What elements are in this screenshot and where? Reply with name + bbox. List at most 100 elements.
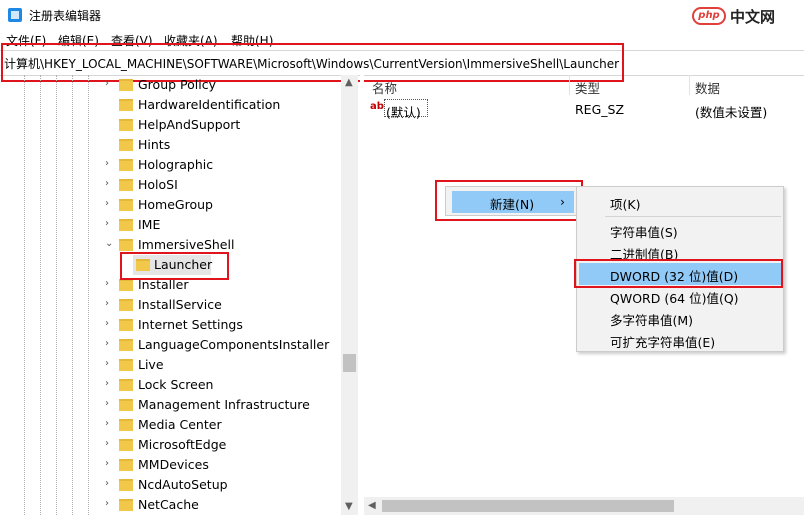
expand-chevron-icon[interactable]: › [105,458,109,469]
tree-item[interactable]: Launcher [0,255,340,275]
submenu-item-binary[interactable]: 二进制值(B) [579,241,781,263]
menu-item-new-label: 新建(N) [490,197,535,212]
column-divider[interactable] [689,75,690,95]
tree-item[interactable]: HardwareIdentification [0,95,340,115]
watermark: php 中文网 [682,0,804,30]
tree-item[interactable]: › Management Infrastructure [0,395,340,415]
menu-bar: 文件(F) 编辑(E) 查看(V) 收藏夹(A) 帮助(H) [0,30,804,50]
tree-item-label: HelpAndSupport [138,117,241,132]
submenu-item-string[interactable]: 字符串值(S) [579,219,781,241]
tree-item-label: IME [138,217,161,232]
scroll-up-icon[interactable]: ▲ [345,77,353,88]
submenu-item-key[interactable]: 项(K) [579,191,781,213]
tree-item[interactable]: › NetCache [0,495,340,515]
submenu-item-label: 项(K) [610,197,641,212]
expand-chevron-icon[interactable]: › [105,498,109,509]
tree-item[interactable]: › HoloSI [0,175,340,195]
tree-item-label: Media Center [138,417,222,432]
tree-vertical-scrollbar[interactable]: ▲ ▼ [341,75,358,515]
submenu-item-expandable-string[interactable]: 可扩充字符串值(E) [579,329,781,351]
expand-chevron-icon[interactable]: › [105,278,109,289]
submenu-item-dword[interactable]: DWORD (32 位)值(D) [579,263,781,285]
tree-item-label: Holographic [138,157,214,172]
tree-scroll-thumb[interactable] [343,354,356,372]
tree-item-label: Management Infrastructure [138,397,310,412]
expand-chevron-icon[interactable]: › [105,78,109,89]
expand-chevron-icon[interactable]: › [105,218,109,229]
tree-item-label: Live [138,357,164,372]
tree-item[interactable]: › Holographic [0,155,340,175]
tree-item[interactable]: › HomeGroup [0,195,340,215]
tree-item[interactable]: › Internet Settings [0,315,340,335]
tree-item-label: Internet Settings [138,317,243,332]
tree-item[interactable]: › Installer [0,275,340,295]
submenu-item-label: QWORD (64 位)值(Q) [610,291,739,306]
tree-item[interactable]: ⌄ ImmersiveShell [0,235,340,255]
menu-help[interactable]: 帮助(H) [231,32,273,49]
tree-item[interactable]: › Live [0,355,340,375]
tree-item[interactable]: › Group Policy [0,75,340,95]
expand-chevron-icon[interactable]: › [105,478,109,489]
address-bar[interactable]: 计算机\HKEY_LOCAL_MACHINE\SOFTWARE\Microsof… [0,50,804,76]
column-type[interactable]: 类型 [575,78,600,97]
tree-item-label: NcdAutoSetup [138,477,228,492]
tree-item[interactable]: › LanguageComponentsInstaller [0,335,340,355]
expand-chevron-icon[interactable]: › [105,158,109,169]
expand-chevron-icon[interactable]: › [105,178,109,189]
column-name[interactable]: 名称 [372,78,397,97]
folder-icon [119,79,133,91]
tree-item-label: MicrosoftEdge [138,437,227,452]
submenu-item-qword[interactable]: QWORD (64 位)值(Q) [579,285,781,307]
address-path[interactable]: 计算机\HKEY_LOCAL_MACHINE\SOFTWARE\Microsof… [4,55,619,72]
tree-item[interactable]: › IME [0,215,340,235]
expand-chevron-icon[interactable]: › [105,398,109,409]
tree-item[interactable]: › MicrosoftEdge [0,435,340,455]
expand-chevron-icon[interactable]: › [105,378,109,389]
value-type: REG_SZ [575,102,625,117]
folder-icon [119,319,133,331]
submenu-item-label: 二进制值(B) [610,247,679,262]
scroll-left-icon[interactable]: ◀ [368,500,376,511]
tree-item-label: HardwareIdentification [138,97,281,112]
expand-chevron-icon[interactable]: › [105,338,109,349]
expand-chevron-icon[interactable]: › [105,438,109,449]
tree-item-label: MMDevices [138,457,209,472]
menu-item-new[interactable]: 新建(N) › [452,191,574,213]
tree-item[interactable]: › Media Center [0,415,340,435]
tree-item[interactable]: › MMDevices [0,455,340,475]
column-data[interactable]: 数据 [695,78,720,97]
tree-item[interactable]: HelpAndSupport [0,115,340,135]
tree-item-label: Group Policy [138,77,216,92]
value-data: (数值未设置) [695,105,768,120]
folder-icon [119,99,133,111]
submenu-item-label: DWORD (32 位)值(D) [610,269,739,284]
menu-edit[interactable]: 编辑(E) [58,32,99,49]
menu-favorites[interactable]: 收藏夹(A) [164,32,218,49]
watermark-text: 中文网 [730,8,776,26]
tree-item[interactable]: › NcdAutoSetup [0,475,340,495]
menu-file[interactable]: 文件(F) [6,32,46,49]
collapse-chevron-icon[interactable]: ⌄ [105,238,113,249]
tree-item-label: Launcher [154,257,213,272]
tree-item[interactable]: › Lock Screen [0,375,340,395]
list-horizontal-scrollbar[interactable]: ◀ [364,497,804,515]
folder-icon [119,479,133,491]
expand-chevron-icon[interactable]: › [105,298,109,309]
expand-chevron-icon[interactable]: › [105,358,109,369]
list-scroll-thumb[interactable] [382,500,674,512]
tree-item[interactable]: › InstallService [0,295,340,315]
submenu-item-multi-string[interactable]: 多字符串值(M) [579,307,781,329]
scroll-down-icon[interactable]: ▼ [345,501,353,512]
context-menu: 新建(N) › [445,186,581,216]
tree-item[interactable]: Hints [0,135,340,155]
pane-splitter[interactable] [360,75,364,515]
folder-icon [119,159,133,171]
folder-icon [119,299,133,311]
value-name: (默认) [386,105,421,120]
expand-chevron-icon[interactable]: › [105,318,109,329]
value-row-default[interactable]: ab (默认) REG_SZ (数值未设置) [364,99,804,120]
column-divider[interactable] [569,75,570,95]
expand-chevron-icon[interactable]: › [105,418,109,429]
expand-chevron-icon[interactable]: › [105,198,109,209]
menu-view[interactable]: 查看(V) [111,32,153,49]
